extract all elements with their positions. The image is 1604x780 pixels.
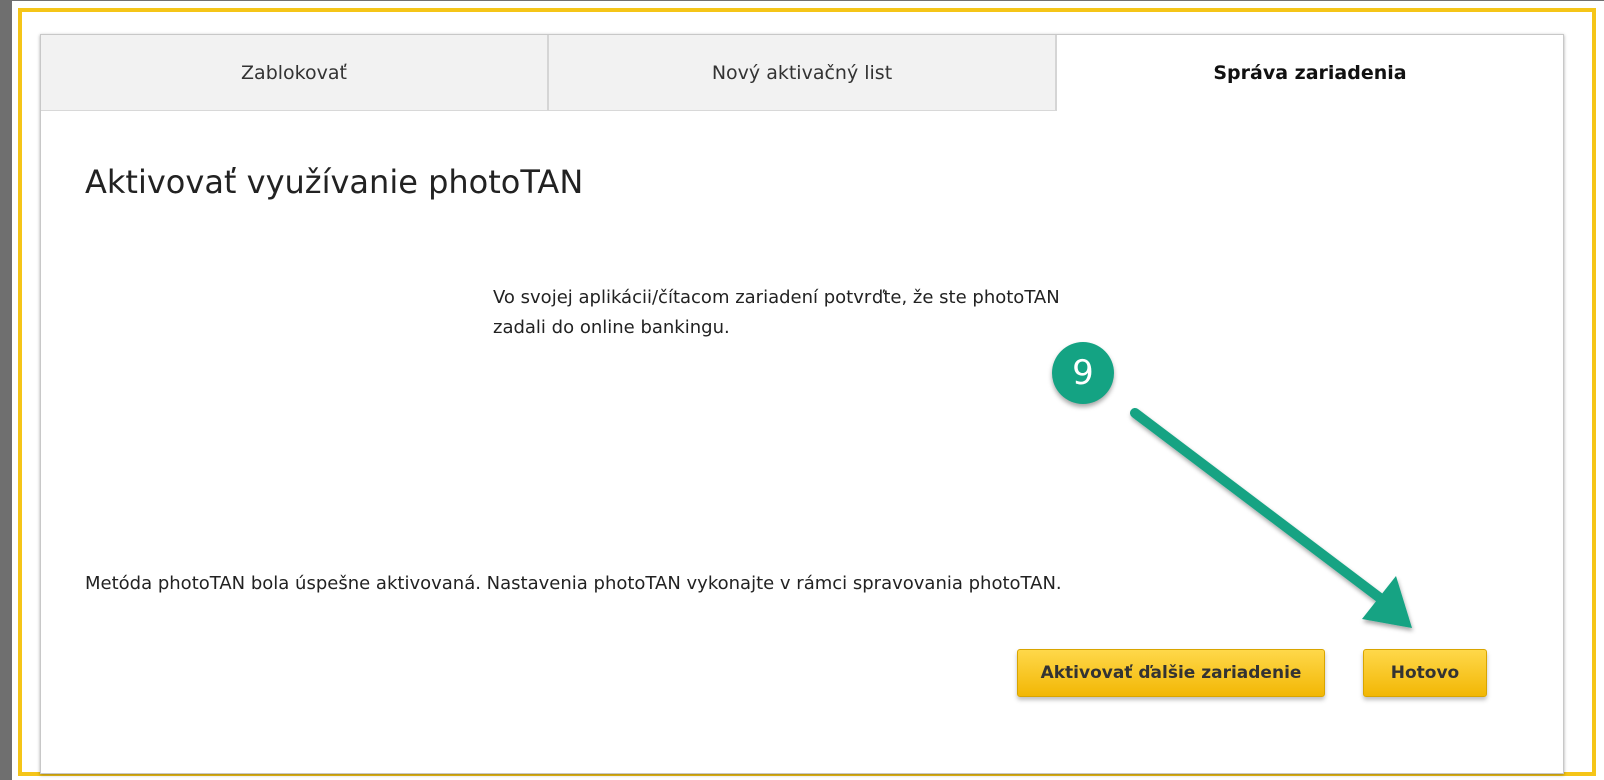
arrow-head — [1362, 576, 1412, 628]
pointer-arrow-icon — [1130, 408, 1412, 628]
arrow-shaft — [1130, 408, 1385, 603]
